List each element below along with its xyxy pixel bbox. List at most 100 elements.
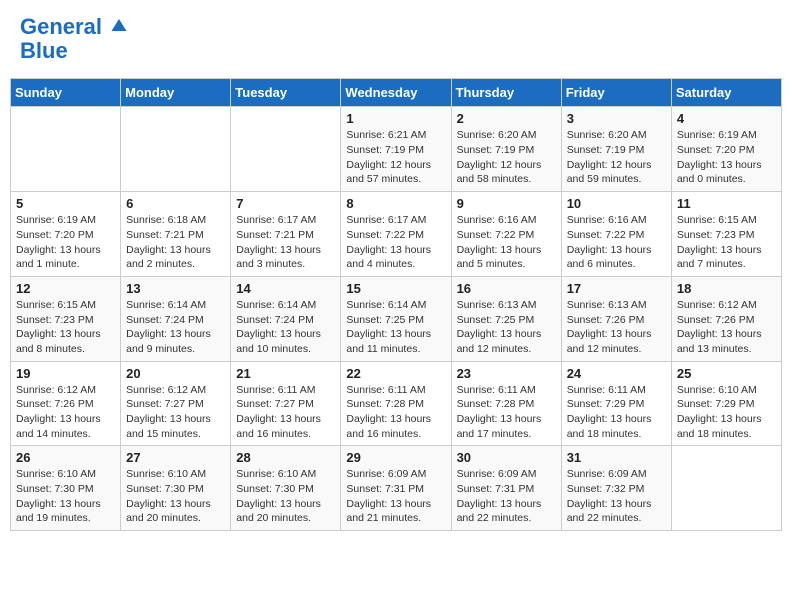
day-info: Sunrise: 6:10 AM Sunset: 7:30 PM Dayligh…	[16, 467, 115, 526]
day-cell: 17 Sunrise: 6:13 AM Sunset: 7:26 PM Dayli…	[561, 276, 671, 361]
day-cell: 16 Sunrise: 6:13 AM Sunset: 7:25 PM Dayli…	[451, 276, 561, 361]
day-cell: 4 Sunrise: 6:19 AM Sunset: 7:20 PM Daylig…	[671, 107, 781, 192]
logo-text: General Blue	[20, 15, 128, 63]
day-number: 21	[236, 366, 335, 381]
day-cell: 8 Sunrise: 6:17 AM Sunset: 7:22 PM Daylig…	[341, 192, 451, 277]
day-number: 23	[457, 366, 556, 381]
day-info: Sunrise: 6:14 AM Sunset: 7:25 PM Dayligh…	[346, 298, 445, 357]
day-cell: 9Sunrise: 6:16 AM Sunset: 7:22 PM Daylig…	[451, 192, 561, 277]
day-cell: 5 Sunrise: 6:19 AM Sunset: 7:20 PM Daylig…	[11, 192, 121, 277]
day-cell: 10 Sunrise: 6:16 AM Sunset: 7:22 PM Dayli…	[561, 192, 671, 277]
day-info: Sunrise: 6:12 AM Sunset: 7:26 PM Dayligh…	[677, 298, 776, 357]
day-info: Sunrise: 6:19 AM Sunset: 7:20 PM Dayligh…	[677, 128, 776, 187]
day-info: Sunrise: 6:20 AM Sunset: 7:19 PM Dayligh…	[457, 128, 556, 187]
day-cell: 12Sunrise: 6:15 AM Sunset: 7:23 PM Dayli…	[11, 276, 121, 361]
day-number: 5	[16, 196, 115, 211]
day-number: 13	[126, 281, 225, 296]
day-info: Sunrise: 6:14 AM Sunset: 7:24 PM Dayligh…	[236, 298, 335, 357]
header-cell-tuesday: Tuesday	[231, 79, 341, 107]
day-cell: 26 Sunrise: 6:10 AM Sunset: 7:30 PM Dayli…	[11, 446, 121, 531]
day-info: Sunrise: 6:13 AM Sunset: 7:26 PM Dayligh…	[567, 298, 666, 357]
day-number: 24	[567, 366, 666, 381]
day-cell: 13Sunrise: 6:14 AM Sunset: 7:24 PM Dayli…	[121, 276, 231, 361]
day-info: Sunrise: 6:15 AM Sunset: 7:23 PM Dayligh…	[677, 213, 776, 272]
day-cell	[671, 446, 781, 531]
day-info: Sunrise: 6:09 AM Sunset: 7:32 PM Dayligh…	[567, 467, 666, 526]
day-number: 20	[126, 366, 225, 381]
day-number: 15	[346, 281, 445, 296]
logo-icon	[110, 16, 128, 34]
day-number: 12	[16, 281, 115, 296]
header-cell-friday: Friday	[561, 79, 671, 107]
day-cell: 2 Sunrise: 6:20 AM Sunset: 7:19 PM Daylig…	[451, 107, 561, 192]
calendar-header: SundayMondayTuesdayWednesdayThursdayFrid…	[11, 79, 782, 107]
page-header: General Blue	[10, 10, 782, 68]
day-cell: 28 Sunrise: 6:10 AM Sunset: 7:30 PM Dayli…	[231, 446, 341, 531]
day-cell	[11, 107, 121, 192]
day-cell: 31 Sunrise: 6:09 AM Sunset: 7:32 PM Dayli…	[561, 446, 671, 531]
header-row: SundayMondayTuesdayWednesdayThursdayFrid…	[11, 79, 782, 107]
day-cell: 24 Sunrise: 6:11 AM Sunset: 7:29 PM Dayli…	[561, 361, 671, 446]
header-cell-saturday: Saturday	[671, 79, 781, 107]
calendar-table: SundayMondayTuesdayWednesdayThursdayFrid…	[10, 78, 782, 531]
day-cell: 1Sunrise: 6:21 AM Sunset: 7:19 PM Daylig…	[341, 107, 451, 192]
logo-blue: Blue	[20, 38, 68, 63]
day-number: 10	[567, 196, 666, 211]
day-cell	[121, 107, 231, 192]
week-row-4: 26 Sunrise: 6:10 AM Sunset: 7:30 PM Dayli…	[11, 446, 782, 531]
day-number: 31	[567, 450, 666, 465]
day-cell: 23Sunrise: 6:11 AM Sunset: 7:28 PM Dayli…	[451, 361, 561, 446]
day-number: 18	[677, 281, 776, 296]
week-row-1: 5 Sunrise: 6:19 AM Sunset: 7:20 PM Daylig…	[11, 192, 782, 277]
day-number: 7	[236, 196, 335, 211]
day-number: 3	[567, 111, 666, 126]
day-number: 22	[346, 366, 445, 381]
logo: General Blue	[20, 15, 128, 63]
day-info: Sunrise: 6:11 AM Sunset: 7:28 PM Dayligh…	[346, 383, 445, 442]
day-cell: 11Sunrise: 6:15 AM Sunset: 7:23 PM Dayli…	[671, 192, 781, 277]
logo-general: General	[20, 14, 102, 39]
day-cell: 15 Sunrise: 6:14 AM Sunset: 7:25 PM Dayli…	[341, 276, 451, 361]
day-cell: 20 Sunrise: 6:12 AM Sunset: 7:27 PM Dayli…	[121, 361, 231, 446]
day-info: Sunrise: 6:13 AM Sunset: 7:25 PM Dayligh…	[457, 298, 556, 357]
day-number: 28	[236, 450, 335, 465]
day-info: Sunrise: 6:16 AM Sunset: 7:22 PM Dayligh…	[567, 213, 666, 272]
day-info: Sunrise: 6:21 AM Sunset: 7:19 PM Dayligh…	[346, 128, 445, 187]
day-cell: 3 Sunrise: 6:20 AM Sunset: 7:19 PM Daylig…	[561, 107, 671, 192]
day-number: 16	[457, 281, 556, 296]
day-number: 6	[126, 196, 225, 211]
day-cell: 25 Sunrise: 6:10 AM Sunset: 7:29 PM Dayli…	[671, 361, 781, 446]
day-number: 17	[567, 281, 666, 296]
day-number: 9	[457, 196, 556, 211]
day-cell: 14Sunrise: 6:14 AM Sunset: 7:24 PM Dayli…	[231, 276, 341, 361]
day-number: 25	[677, 366, 776, 381]
day-number: 4	[677, 111, 776, 126]
day-info: Sunrise: 6:12 AM Sunset: 7:27 PM Dayligh…	[126, 383, 225, 442]
day-info: Sunrise: 6:17 AM Sunset: 7:22 PM Dayligh…	[346, 213, 445, 272]
day-cell: 29 Sunrise: 6:09 AM Sunset: 7:31 PM Dayli…	[341, 446, 451, 531]
week-row-0: 1Sunrise: 6:21 AM Sunset: 7:19 PM Daylig…	[11, 107, 782, 192]
header-cell-thursday: Thursday	[451, 79, 561, 107]
day-cell: 21 Sunrise: 6:11 AM Sunset: 7:27 PM Dayli…	[231, 361, 341, 446]
day-number: 30	[457, 450, 556, 465]
day-cell: 30Sunrise: 6:09 AM Sunset: 7:31 PM Dayli…	[451, 446, 561, 531]
day-info: Sunrise: 6:17 AM Sunset: 7:21 PM Dayligh…	[236, 213, 335, 272]
day-number: 2	[457, 111, 556, 126]
day-info: Sunrise: 6:12 AM Sunset: 7:26 PM Dayligh…	[16, 383, 115, 442]
day-cell: 22 Sunrise: 6:11 AM Sunset: 7:28 PM Dayli…	[341, 361, 451, 446]
day-info: Sunrise: 6:10 AM Sunset: 7:30 PM Dayligh…	[236, 467, 335, 526]
day-number: 19	[16, 366, 115, 381]
day-info: Sunrise: 6:10 AM Sunset: 7:29 PM Dayligh…	[677, 383, 776, 442]
day-info: Sunrise: 6:11 AM Sunset: 7:27 PM Dayligh…	[236, 383, 335, 442]
day-info: Sunrise: 6:09 AM Sunset: 7:31 PM Dayligh…	[346, 467, 445, 526]
day-number: 26	[16, 450, 115, 465]
day-cell: 6Sunrise: 6:18 AM Sunset: 7:21 PM Daylig…	[121, 192, 231, 277]
day-number: 27	[126, 450, 225, 465]
day-cell: 27Sunrise: 6:10 AM Sunset: 7:30 PM Dayli…	[121, 446, 231, 531]
day-number: 8	[346, 196, 445, 211]
header-cell-wednesday: Wednesday	[341, 79, 451, 107]
day-info: Sunrise: 6:20 AM Sunset: 7:19 PM Dayligh…	[567, 128, 666, 187]
day-info: Sunrise: 6:11 AM Sunset: 7:29 PM Dayligh…	[567, 383, 666, 442]
day-info: Sunrise: 6:19 AM Sunset: 7:20 PM Dayligh…	[16, 213, 115, 272]
day-number: 29	[346, 450, 445, 465]
